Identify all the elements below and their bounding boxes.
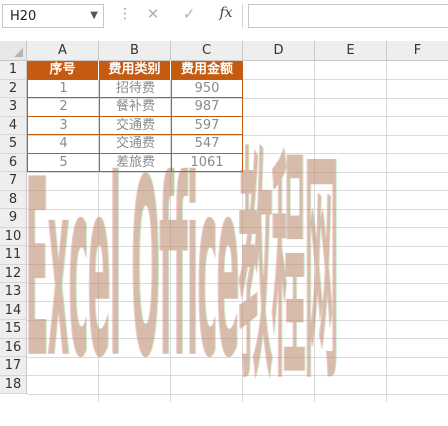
row-header-12[interactable]: 12 [0, 264, 27, 283]
column-header-b[interactable]: B [99, 41, 171, 61]
column-header-f[interactable]: F [387, 41, 448, 61]
table-cell[interactable]: 3 [27, 116, 99, 135]
name-box-value: H20 [10, 9, 37, 24]
table-cell[interactable]: 950 [171, 79, 243, 98]
row-header-6[interactable]: 6 [0, 153, 27, 172]
table-cell[interactable]: 交通费 [99, 116, 171, 135]
formula-input[interactable] [248, 4, 448, 28]
row-header-14[interactable]: 14 [0, 301, 27, 320]
insert-function-icon[interactable]: fx [214, 5, 238, 25]
table-cell[interactable]: 547 [171, 135, 243, 154]
row-header-16[interactable]: 16 [0, 338, 27, 357]
column-header-d[interactable]: D [243, 41, 315, 61]
row-header-4[interactable]: 4 [0, 116, 27, 135]
row-header-2[interactable]: 2 [0, 79, 27, 98]
select-all-button[interactable] [0, 41, 27, 61]
row-header-5[interactable]: 5 [0, 135, 27, 154]
table-cell[interactable]: 1 [27, 79, 99, 98]
formula-bar: H20 ▼ ⋮ ✕ ✓ fx [0, 0, 448, 33]
select-all-icon [14, 48, 23, 57]
row-header-7[interactable]: 7 [0, 172, 27, 191]
row-header-3[interactable]: 3 [0, 98, 27, 117]
table-cell[interactable]: 5 [27, 153, 99, 172]
table-cell[interactable]: 差旅费 [99, 153, 171, 172]
cancel-icon[interactable]: ✕ [141, 5, 165, 25]
table-cell[interactable]: 2 [27, 98, 99, 117]
row-header-10[interactable]: 10 [0, 227, 27, 246]
row-header-17[interactable]: 17 [0, 357, 27, 376]
more-options-icon[interactable]: ⋮ [118, 6, 132, 22]
row-header-13[interactable]: 13 [0, 283, 27, 302]
row-header-11[interactable]: 11 [0, 246, 27, 265]
formula-divider [242, 4, 243, 28]
table-header-amount[interactable]: 费用金额 [171, 61, 243, 80]
column-header-a[interactable]: A [27, 41, 99, 61]
table-cell[interactable]: 交通费 [99, 135, 171, 154]
column-header-e[interactable]: E [315, 41, 387, 61]
row-header-9[interactable]: 9 [0, 209, 27, 228]
table-cell[interactable]: 987 [171, 98, 243, 117]
column-header-c[interactable]: C [171, 41, 243, 61]
row-header-1[interactable]: 1 [0, 61, 27, 80]
chevron-down-icon[interactable]: ▼ [90, 10, 98, 21]
name-box[interactable]: H20 ▼ [2, 4, 104, 28]
row-header-8[interactable]: 8 [0, 190, 27, 209]
row-header-18[interactable]: 18 [0, 375, 27, 394]
table-cell[interactable]: 招待费 [99, 79, 171, 98]
table-cell[interactable]: 4 [27, 135, 99, 154]
enter-icon[interactable]: ✓ [177, 5, 201, 25]
table-cell[interactable]: 597 [171, 116, 243, 135]
table-header-index[interactable]: 序号 [27, 61, 99, 80]
spreadsheet-grid: A B C D E F 1 2 3 4 5 6 7 8 9 10 11 12 1… [0, 41, 448, 419]
row-header-15[interactable]: 15 [0, 320, 27, 339]
table-header-category[interactable]: 费用类别 [99, 61, 171, 80]
table-cell[interactable]: 餐补费 [99, 98, 171, 117]
table-cell[interactable]: 1061 [171, 153, 243, 172]
